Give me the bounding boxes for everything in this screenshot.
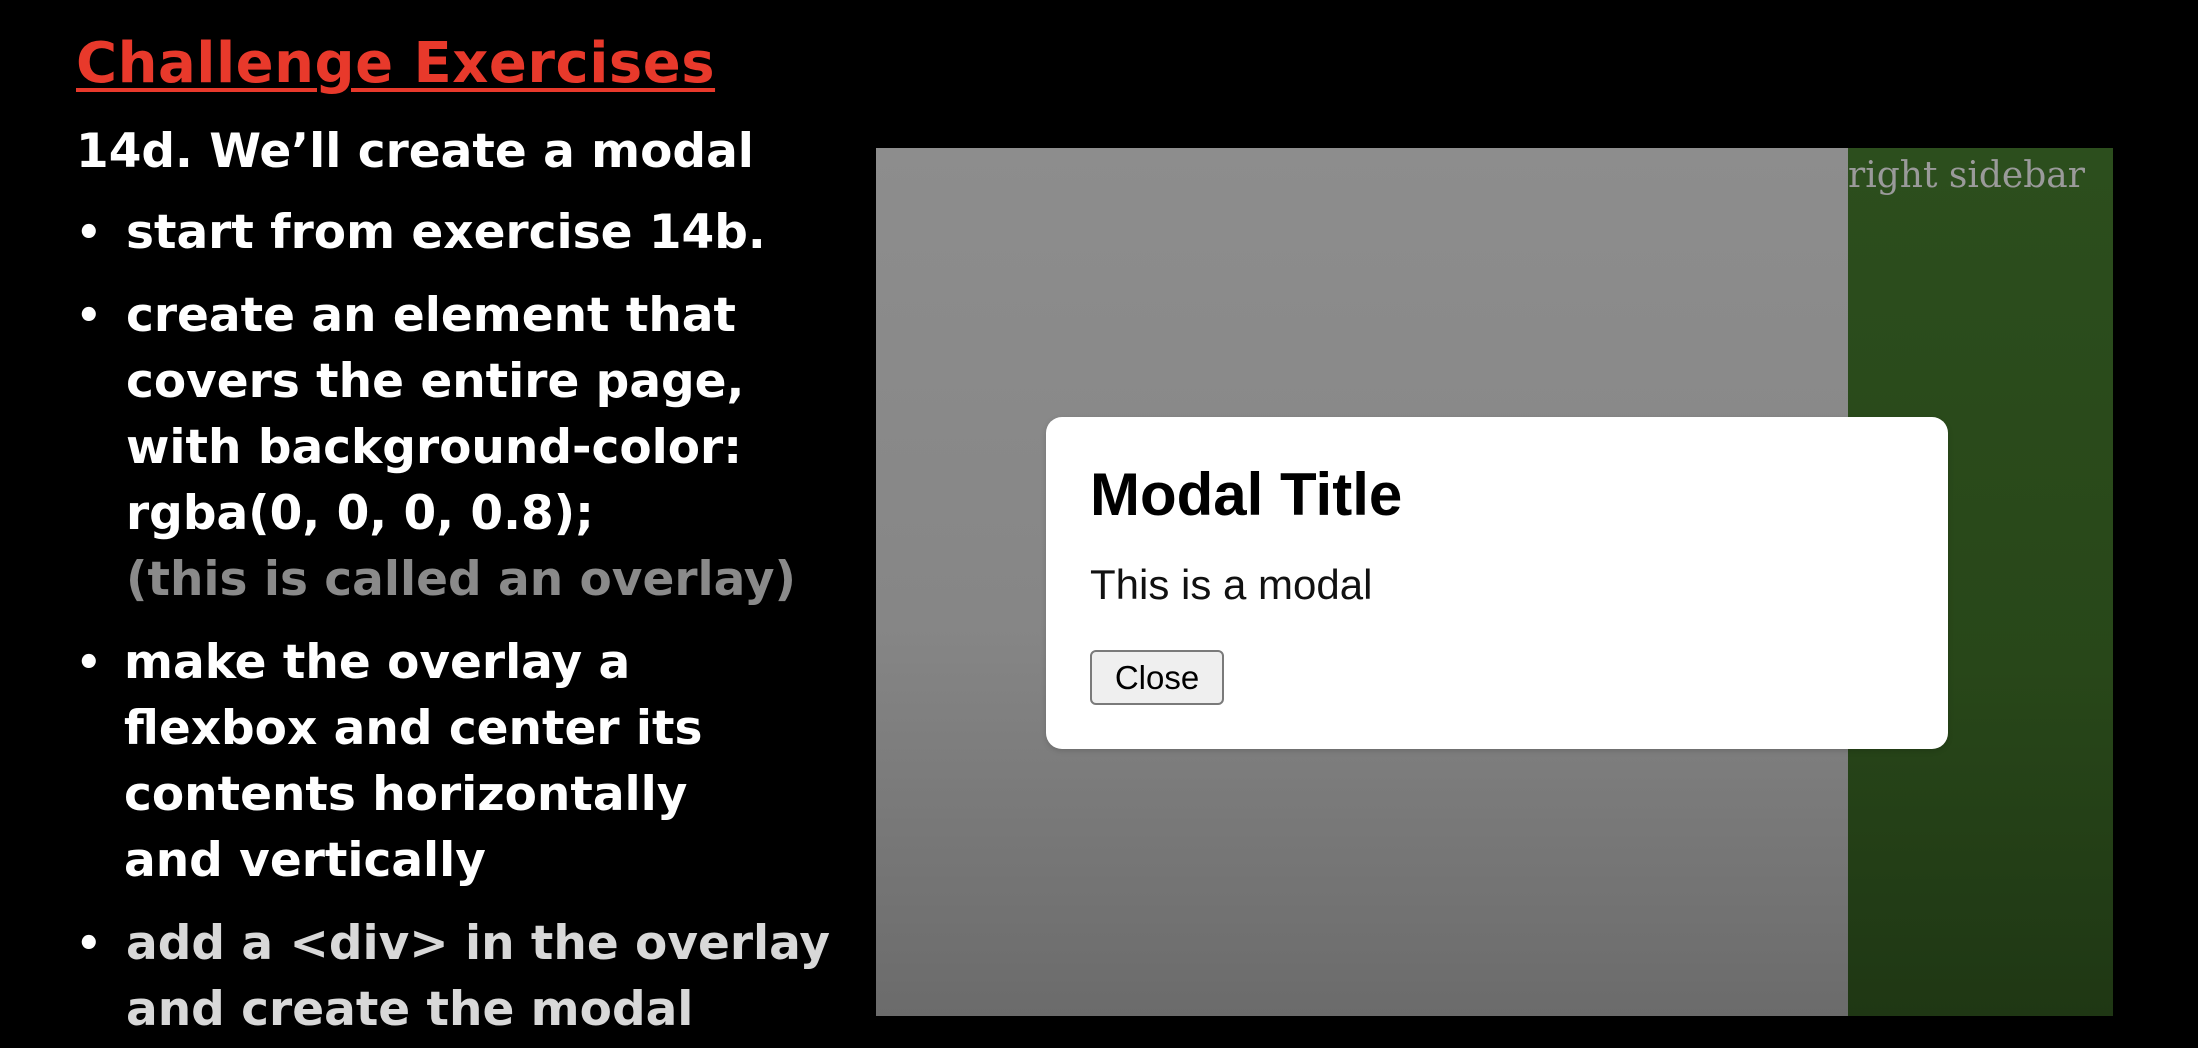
bullet-text: add a <div> in the overlay and create th…	[126, 911, 830, 1043]
bullet-line: contents horizontally	[124, 767, 688, 822]
bullet-text: make the overlay a flexbox and center it…	[124, 630, 702, 894]
modal-text: This is a modal	[1090, 561, 1373, 608]
close-button[interactable]: Close	[1090, 650, 1224, 705]
exercise-subtitle: 14d. We’ll create a modal	[76, 124, 754, 179]
bullet-text: start from exercise 14b.	[126, 200, 766, 266]
sidebar-label: right sidebar	[1848, 155, 2085, 196]
slide-panel: Challenge Exercises 14d. We’ll create a …	[0, 0, 870, 1048]
bullet-dot-icon: •	[76, 640, 102, 686]
bullet-line: create an element that	[126, 288, 736, 343]
bullet-dot-icon: •	[76, 210, 102, 256]
bullet-line: and vertically	[124, 833, 486, 888]
bullet-line: rgba(0, 0, 0, 0.8);	[126, 486, 594, 541]
bullet-line: flexbox and center its	[124, 701, 703, 756]
bullet-line: with background-color:	[126, 420, 743, 475]
bullet-line: start from exercise 14b.	[126, 205, 766, 260]
bullet-dot-icon: •	[76, 921, 102, 967]
modal-dialog: Modal Title This is a modal Close	[1046, 417, 1948, 749]
demo-page-overlay: right sidebar Modal Title This is a moda…	[876, 148, 2113, 1016]
modal-title: Modal Title	[1090, 461, 1403, 528]
bullet-line-note: (this is called an overlay)	[126, 552, 797, 607]
bullet-line: make the overlay a	[124, 635, 631, 690]
slide-title: Challenge Exercises	[76, 31, 716, 96]
bullet-line: covers the entire page,	[126, 354, 745, 409]
bullet-line: add a <div> in the overlay	[126, 916, 831, 971]
bullet-dot-icon: •	[76, 293, 102, 339]
bullet-text: create an element that covers the entire…	[126, 283, 796, 613]
bullet-line: and create the modal	[126, 982, 694, 1037]
